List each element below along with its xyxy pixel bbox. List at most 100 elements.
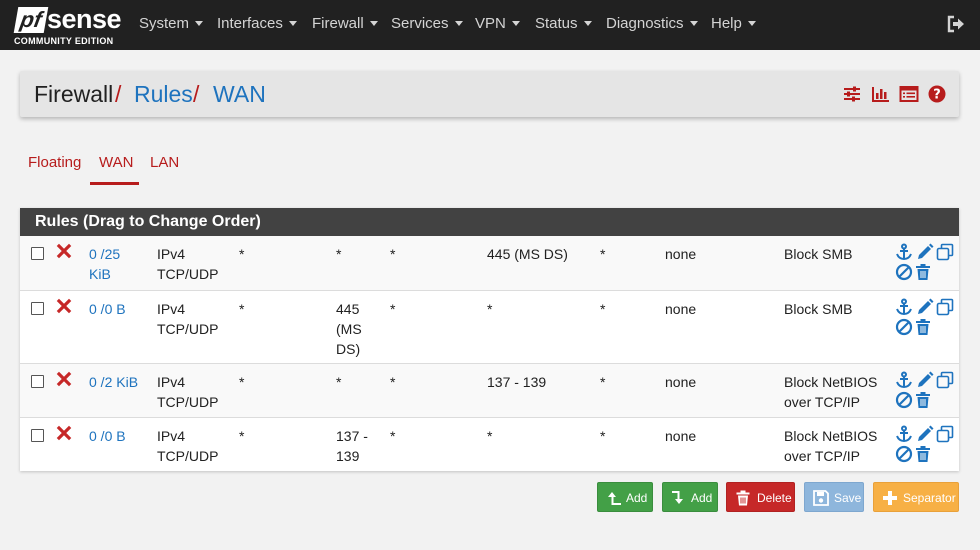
nav-vpn[interactable]: VPN [475, 0, 520, 50]
states-text: KiB [89, 266, 111, 282]
description-cell: Block NetBIOS over TCP/IP [784, 372, 877, 412]
button-label: Save [834, 491, 862, 505]
source-port-cell: * [336, 244, 341, 264]
destination-cell: * [390, 301, 396, 317]
tab-floating[interactable]: Floating [28, 154, 81, 171]
protocol-cell: IPv4 TCP/UDP [157, 244, 218, 284]
block-x-icon[interactable] [56, 371, 72, 387]
table-list-icon[interactable] [899, 84, 919, 104]
logout-icon[interactable] [946, 14, 966, 34]
protocol-ip: IPv4 [157, 374, 186, 390]
source-cell: * [239, 246, 245, 262]
edit-pencil-icon[interactable] [916, 243, 934, 261]
nav-label: System [139, 15, 190, 32]
block-x-icon[interactable] [56, 425, 72, 441]
row-select-checkbox[interactable] [31, 302, 44, 315]
destination-cell: * [390, 374, 396, 390]
disable-ban-icon[interactable] [895, 318, 913, 336]
disable-ban-icon[interactable] [895, 391, 913, 409]
description-cell: Block SMB [784, 299, 852, 319]
nav-label: Diagnostics [606, 15, 684, 32]
edit-pencil-icon[interactable] [916, 298, 934, 316]
caret-down-icon [511, 21, 520, 26]
anchor-icon[interactable] [895, 371, 913, 389]
states-link[interactable]: 0 /2 KiB [89, 372, 138, 392]
source-port-text: DS) [336, 341, 361, 357]
bar-chart-icon[interactable] [870, 84, 890, 104]
description-cell: Block NetBIOS over TCP/IP [784, 426, 877, 466]
anchor-icon[interactable] [895, 243, 913, 261]
gateway-cell: * [600, 374, 606, 390]
block-x-icon[interactable] [56, 243, 72, 259]
table-row[interactable]: 0 /2 KiB IPv4 TCP/UDP * * * 137 - 139 * n… [20, 364, 959, 418]
states-text: 0 /2 KiB [89, 374, 139, 390]
edit-pencil-icon[interactable] [916, 425, 934, 443]
copy-icon[interactable] [936, 371, 954, 389]
states-text: 0 /25 [89, 246, 121, 262]
nav-services[interactable]: Services [391, 0, 463, 50]
disable-ban-icon[interactable] [895, 445, 913, 463]
protocol-type: TCP/UDP [157, 448, 219, 464]
breadcrumb-separator: / [115, 81, 122, 107]
nav-help[interactable]: Help [711, 0, 756, 50]
copy-icon[interactable] [936, 243, 954, 261]
disable-ban-icon[interactable] [895, 263, 913, 281]
destination-cell: * [390, 428, 396, 444]
nav-system[interactable]: System [139, 0, 204, 50]
nav-firewall[interactable]: Firewall [312, 0, 378, 50]
trash-icon[interactable] [914, 445, 932, 463]
logo-wordmark: sense [47, 4, 122, 34]
edit-pencil-icon[interactable] [916, 371, 934, 389]
table-row[interactable]: 0 /25 KiB IPv4 TCP/UDP * * * 445 (MS DS) *… [20, 236, 959, 291]
add-separator-button[interactable]: Separator [873, 482, 959, 512]
description-text: over TCP/IP [784, 448, 860, 464]
add-rule-bottom-button[interactable]: Add [662, 482, 718, 512]
protocol-cell: IPv4 TCP/UDP [157, 426, 218, 466]
row-select-checkbox[interactable] [31, 429, 44, 442]
row-select-checkbox[interactable] [31, 247, 44, 260]
copy-icon[interactable] [936, 298, 954, 316]
tab-lan[interactable]: LAN [150, 154, 179, 171]
caret-down-icon [689, 21, 698, 26]
breadcrumb-wan[interactable]: WAN [213, 81, 266, 107]
help-icon[interactable]: ? [927, 84, 947, 104]
pfsense-logo[interactable]: pf sense COMMUNITY EDITION [13, 4, 122, 47]
trash-icon[interactable] [914, 263, 932, 281]
level-down-arrow-icon [672, 491, 683, 504]
breadcrumb-rules[interactable]: Rules [134, 81, 193, 107]
sliders-icon[interactable] [842, 84, 862, 104]
table-row[interactable]: 0 /0 B IPv4 TCP/UDP * 445 (MS DS) * * * non… [20, 291, 959, 364]
destination-port-cell: * [487, 301, 493, 317]
protocol-ip: IPv4 [157, 428, 186, 444]
trash-icon[interactable] [914, 318, 932, 336]
anchor-icon[interactable] [895, 298, 913, 316]
nav-label: Services [391, 15, 449, 32]
caret-down-icon [583, 21, 592, 26]
delete-button[interactable]: Delete [726, 482, 795, 512]
block-x-icon[interactable] [56, 298, 72, 314]
description-text: Block NetBIOS [784, 374, 878, 390]
description-cell: Block SMB [784, 244, 852, 264]
nav-diagnostics[interactable]: Diagnostics [606, 0, 698, 50]
tab-wan[interactable]: WAN [99, 154, 133, 171]
states-link[interactable]: 0 /0 B [89, 299, 126, 319]
logo-edition: COMMUNITY EDITION [14, 36, 114, 46]
active-tab-indicator [90, 182, 139, 185]
save-button[interactable]: Save [804, 482, 864, 512]
top-navbar: pf sense COMMUNITY EDITION System Interf… [0, 0, 980, 50]
states-link[interactable]: 0 /25 KiB [89, 244, 120, 284]
source-port-text: * [336, 374, 342, 390]
source-port-text: * [336, 246, 342, 262]
trash-icon[interactable] [914, 391, 932, 409]
nav-label: Interfaces [217, 15, 283, 32]
nav-interfaces[interactable]: Interfaces [217, 0, 297, 50]
queue-cell: none [665, 428, 697, 444]
add-rule-top-button[interactable]: Add [597, 482, 653, 512]
states-link[interactable]: 0 /0 B [89, 426, 126, 446]
nav-status[interactable]: Status [535, 0, 592, 50]
row-select-checkbox[interactable] [31, 375, 44, 388]
copy-icon[interactable] [936, 425, 954, 443]
table-row[interactable]: 0 /0 B IPv4 TCP/UDP * 137 - 139 * * * none… [20, 418, 959, 471]
description-text: Block SMB [784, 301, 853, 317]
anchor-icon[interactable] [895, 425, 913, 443]
